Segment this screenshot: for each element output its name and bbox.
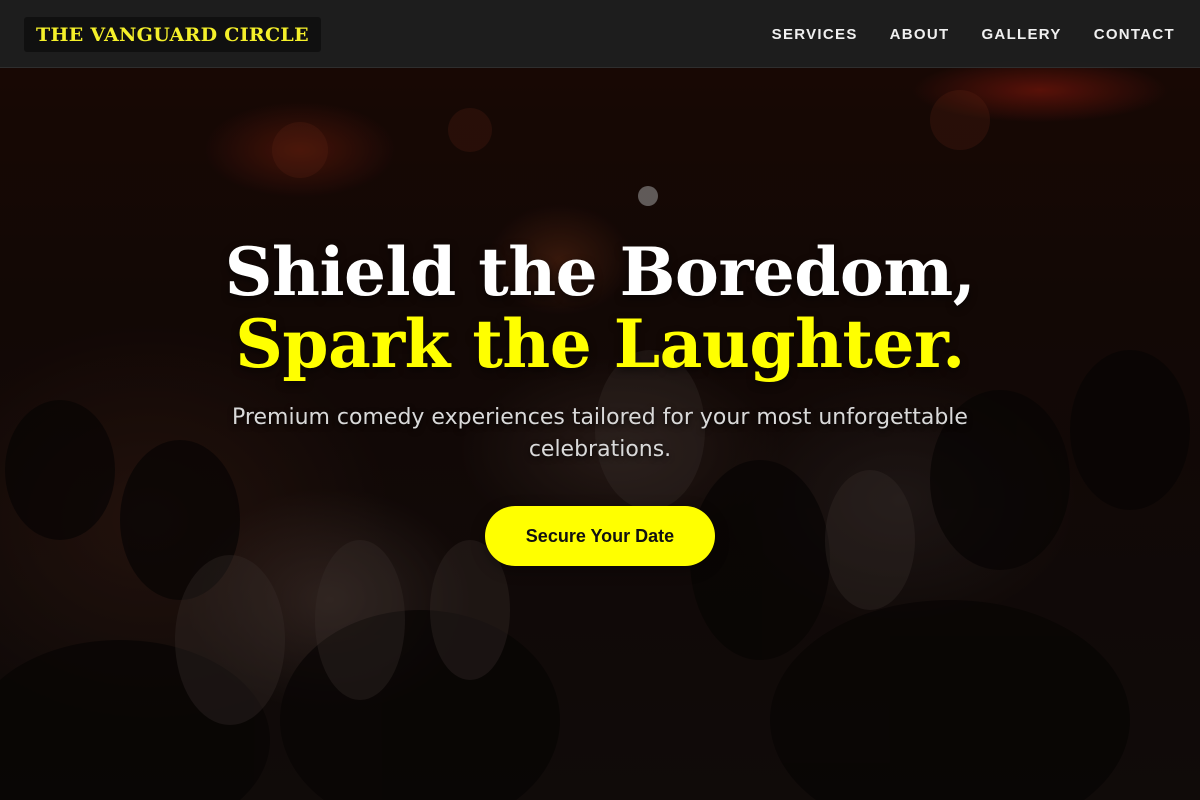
nav-links: SERVICES ABOUT GALLERY CONTACT xyxy=(772,0,1175,68)
nav-link-about[interactable]: ABOUT xyxy=(890,26,950,43)
headline-line-1: Shield the Boredom, xyxy=(224,233,976,311)
hero-headline: Shield the Boredom, Spark the Laughter. xyxy=(0,236,1200,380)
hero-content: Shield the Boredom, Spark the Laughter. … xyxy=(0,236,1200,466)
brand-name: THE VANGUARD CIRCLE xyxy=(36,23,309,46)
headline-line-2: Spark the Laughter. xyxy=(235,305,965,383)
nav-link-contact[interactable]: CONTACT xyxy=(1094,26,1175,43)
nav-link-services[interactable]: SERVICES xyxy=(772,26,858,43)
hero-subtitle: Premium comedy experiences tailored for … xyxy=(232,405,968,462)
secure-your-date-button[interactable]: Secure Your Date xyxy=(485,506,715,566)
top-navigation-bar: THE VANGUARD CIRCLE SERVICES ABOUT GALLE… xyxy=(0,0,1200,68)
brand-logo[interactable]: THE VANGUARD CIRCLE xyxy=(24,17,321,52)
nav-link-gallery[interactable]: GALLERY xyxy=(981,26,1061,43)
